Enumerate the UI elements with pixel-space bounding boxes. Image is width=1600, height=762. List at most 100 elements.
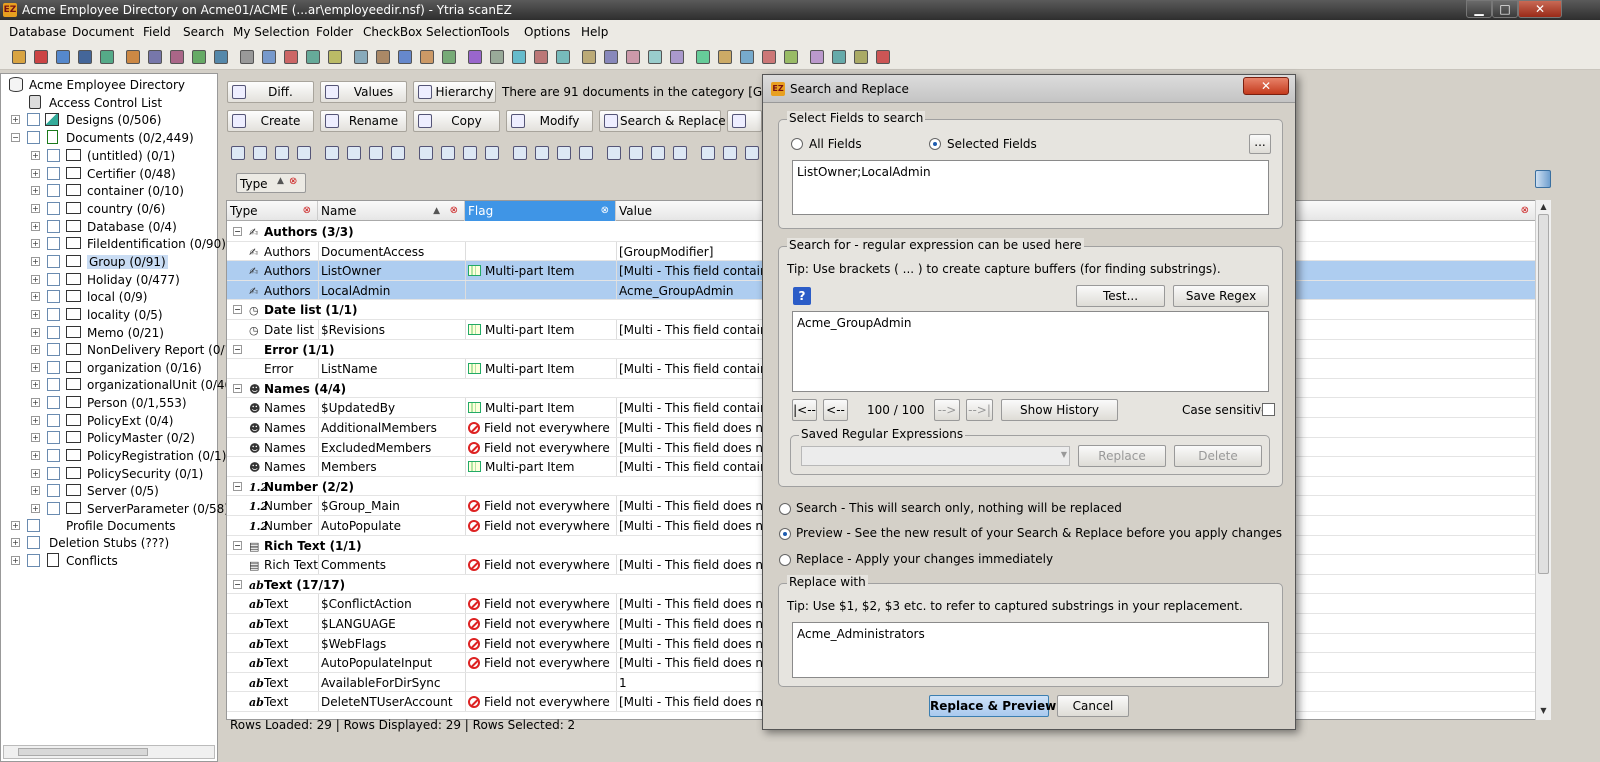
history-first-button[interactable]: |<-- <box>792 399 817 421</box>
choose-fields-button[interactable]: ... <box>1249 134 1271 154</box>
collapse-icon[interactable]: − <box>233 579 242 589</box>
toolbar-icon[interactable] <box>376 50 390 64</box>
case-sensitive-checkbox[interactable] <box>1262 403 1275 416</box>
grid-toolbar-icon[interactable] <box>347 146 361 160</box>
view-checkbox[interactable] <box>47 449 60 463</box>
toolbar-icon[interactable] <box>126 50 140 64</box>
expand-icon[interactable]: + <box>31 151 40 160</box>
more-actions-button[interactable] <box>727 110 762 132</box>
expand-icon[interactable]: + <box>31 292 40 302</box>
type-filter-chip[interactable]: Type ▲ ⊗ <box>236 173 306 193</box>
grid-toolbar-icon[interactable] <box>231 146 245 160</box>
toolbar-icon[interactable] <box>78 50 92 64</box>
expand-icon[interactable]: + <box>31 468 40 478</box>
toolbar-icon[interactable] <box>12 50 26 64</box>
toolbar-icon[interactable] <box>240 50 254 64</box>
collapse-icon[interactable]: − <box>233 227 242 236</box>
toolbar-icon[interactable] <box>490 50 504 64</box>
toolbar-icon[interactable] <box>648 50 662 64</box>
toolbar-icon[interactable] <box>718 50 732 64</box>
view-checkbox[interactable] <box>47 184 60 198</box>
grid-toolbar-icon[interactable] <box>535 146 549 160</box>
grid-toolbar-icon[interactable] <box>607 146 621 160</box>
documents-checkbox[interactable] <box>27 131 40 144</box>
grid-toolbar-icon[interactable] <box>629 146 643 160</box>
view-checkbox[interactable] <box>47 237 60 251</box>
expand-icon[interactable]: + <box>31 309 40 319</box>
view-checkbox[interactable] <box>47 307 60 321</box>
rename-button[interactable]: Rename <box>320 110 407 132</box>
copy-button[interactable]: Copy <box>413 110 500 132</box>
grid-toolbar-icon[interactable] <box>325 146 339 160</box>
scroll-down-icon[interactable]: ▼ <box>1538 706 1549 718</box>
expand-icon[interactable]: + <box>31 486 40 496</box>
column-name[interactable]: Name ▲ ⊗ <box>318 201 465 221</box>
view-checkbox[interactable] <box>47 396 60 410</box>
view-checkbox[interactable] <box>47 343 60 357</box>
menu-field[interactable]: Field <box>143 25 171 39</box>
grid-toolbar-icon[interactable] <box>513 146 527 160</box>
expand-icon[interactable]: + <box>11 556 20 565</box>
grid-toolbar-icon[interactable] <box>369 146 383 160</box>
menu-help[interactable]: Help <box>581 25 608 39</box>
toolbar-icon[interactable] <box>398 50 412 64</box>
replace-preview-button[interactable]: Replace & Preview <box>929 695 1056 717</box>
toolbar-icon[interactable] <box>854 50 868 64</box>
all-fields-radio[interactable] <box>791 138 803 150</box>
profile-checkbox[interactable] <box>27 519 40 532</box>
saved-regex-select[interactable]: ▼ <box>801 446 1070 466</box>
view-checkbox[interactable] <box>47 290 60 304</box>
expand-icon[interactable]: + <box>31 345 40 355</box>
filter-icon[interactable]: ⊗ <box>303 201 311 221</box>
mode-search-radio[interactable] <box>779 503 791 515</box>
view-checkbox[interactable] <box>47 219 60 233</box>
selected-fields-input[interactable]: ListOwner;LocalAdmin <box>792 160 1269 215</box>
grid-toolbar-icon[interactable] <box>673 146 687 160</box>
menu-search[interactable]: Search <box>183 25 224 39</box>
filter-icon[interactable]: ⊗ <box>450 201 458 221</box>
expand-icon[interactable]: + <box>11 521 20 530</box>
selected-fields-radio[interactable] <box>929 138 941 150</box>
mode-replace-radio[interactable] <box>779 554 791 566</box>
cancel-button[interactable]: Cancel <box>1057 695 1129 717</box>
grid-toolbar-icon[interactable] <box>391 146 405 160</box>
expand-icon[interactable]: + <box>31 168 40 178</box>
grid-toolbar-icon[interactable] <box>579 146 593 160</box>
grid-toolbar-icon[interactable] <box>723 146 737 160</box>
scrollbar-thumb[interactable] <box>18 748 148 756</box>
view-checkbox[interactable] <box>47 166 60 180</box>
help-icon[interactable]: ? <box>793 287 811 305</box>
menu-folder[interactable]: Folder <box>316 25 353 39</box>
conflicts-checkbox[interactable] <box>27 554 40 567</box>
expand-icon[interactable]: + <box>31 380 40 390</box>
menu-options[interactable]: Options <box>524 25 570 39</box>
toolbar-icon[interactable] <box>442 50 456 64</box>
expand-icon[interactable]: + <box>31 398 40 408</box>
grid-toolbar-icon[interactable] <box>485 146 499 160</box>
toolbar-icon[interactable] <box>306 50 320 64</box>
toolbar-icon[interactable] <box>214 50 228 64</box>
collapse-icon[interactable]: − <box>233 344 242 354</box>
view-checkbox[interactable] <box>47 431 60 445</box>
view-checkbox[interactable] <box>47 502 60 515</box>
menu-document[interactable]: Document <box>72 25 134 39</box>
modify-button[interactable]: Modify <box>506 110 593 132</box>
toolbar-icon[interactable] <box>192 50 206 64</box>
toolbar-icon[interactable] <box>696 50 710 64</box>
toolbar-icon[interactable] <box>876 50 890 64</box>
expand-icon[interactable]: + <box>31 256 40 266</box>
view-checkbox[interactable] <box>47 484 60 498</box>
view-checkbox[interactable] <box>47 466 60 480</box>
expand-icon[interactable]: + <box>31 415 40 425</box>
designs-checkbox[interactable] <box>27 113 40 126</box>
history-prev-button[interactable]: <-- <box>823 399 848 421</box>
collapse-icon[interactable]: − <box>233 383 242 393</box>
view-checkbox[interactable] <box>47 413 60 427</box>
filter-clear-icon[interactable]: ⊗ <box>289 176 297 187</box>
grid-toolbar-icon[interactable] <box>745 146 759 160</box>
values-button[interactable]: Values <box>320 81 407 103</box>
grid-toolbar-icon[interactable] <box>275 146 289 160</box>
collapse-icon[interactable]: − <box>233 481 242 491</box>
expand-icon[interactable]: + <box>31 203 40 213</box>
view-checkbox[interactable] <box>47 149 60 162</box>
